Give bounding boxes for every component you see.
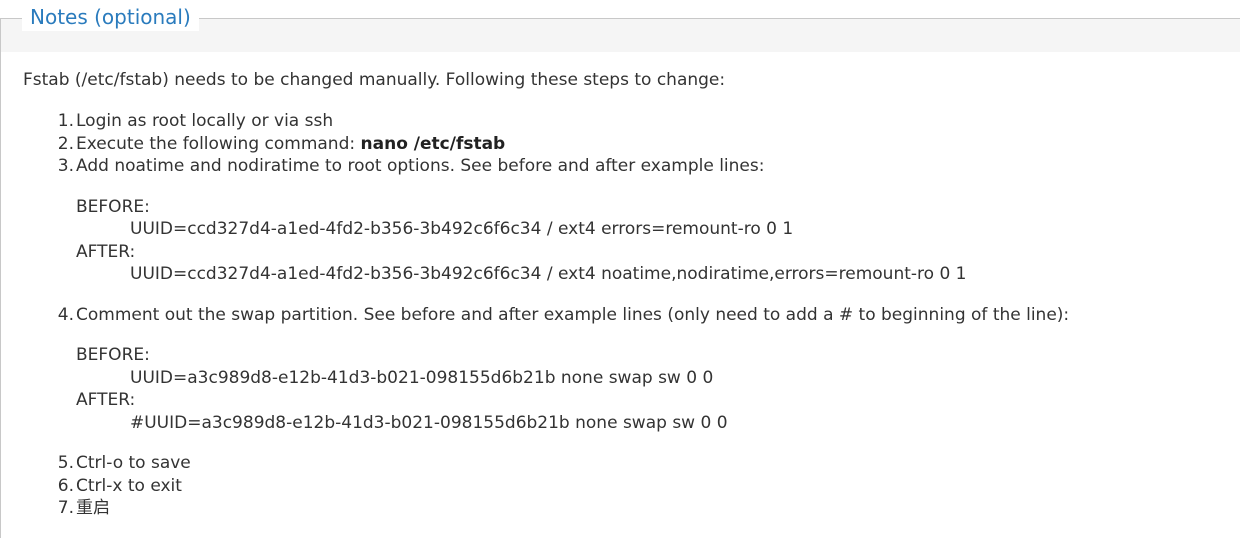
step-7: 7. 重启 [36, 497, 1069, 520]
before-line: UUID=ccd327d4-a1ed-4fd2-b356-3b492c6f6c3… [130, 219, 794, 239]
step-number: 7. [57, 498, 74, 518]
step-4: 4. Comment out the swap partition. See b… [36, 304, 1069, 327]
step-number: 4. [57, 304, 74, 325]
after-line: UUID=ccd327d4-a1ed-4fd2-b356-3b492c6f6c3… [130, 264, 967, 284]
step-text: Execute the following command: [76, 133, 361, 154]
step-text: Login as root locally or via ssh [76, 111, 334, 131]
steps-list: 1. Login as root locally or via ssh 2. E… [36, 110, 1069, 520]
after-label: AFTER: [76, 390, 136, 410]
before-label: BEFORE: [76, 196, 150, 217]
step-text: Ctrl-x to exit [76, 475, 182, 496]
step-text: Comment out the swap partition. See befo… [76, 304, 1070, 325]
step-number: 2. [57, 133, 74, 154]
notes-intro: Fstab (/etc/fstab) needs to be changed m… [23, 70, 726, 90]
step-text: 重启 [76, 498, 110, 518]
step-text: Ctrl-o to save [76, 453, 191, 473]
swap-example: BEFORE: UUID=a3c989d8-e12b-41d3-b021-098… [76, 344, 1069, 434]
after-label: AFTER: [76, 241, 136, 262]
step-text: Add noatime and nodiratime to root optio… [76, 156, 765, 176]
command-text: nano /etc/fstab [360, 133, 506, 154]
before-label: BEFORE: [76, 345, 150, 365]
root-options-example: BEFORE: UUID=ccd327d4-a1ed-4fd2-b356-3b4… [76, 196, 1069, 286]
step-1: 1. Login as root locally or via ssh [36, 110, 1069, 133]
step-2: 2. Execute the following command: nano /… [36, 133, 1069, 156]
step-number: 1. [57, 111, 74, 131]
step-number: 5. [57, 453, 74, 473]
step-5: 5. Ctrl-o to save [36, 452, 1069, 475]
step-number: 6. [57, 475, 74, 496]
step-number: 3. [57, 156, 74, 176]
step-6: 6. Ctrl-x to exit [36, 475, 1069, 498]
notes-legend: Notes (optional) [22, 3, 199, 31]
after-line: #UUID=a3c989d8-e12b-41d3-b021-098155d6b2… [130, 412, 728, 433]
step-3: 3. Add noatime and nodiratime to root op… [36, 155, 1069, 178]
before-line: UUID=a3c989d8-e12b-41d3-b021-098155d6b21… [130, 367, 714, 388]
